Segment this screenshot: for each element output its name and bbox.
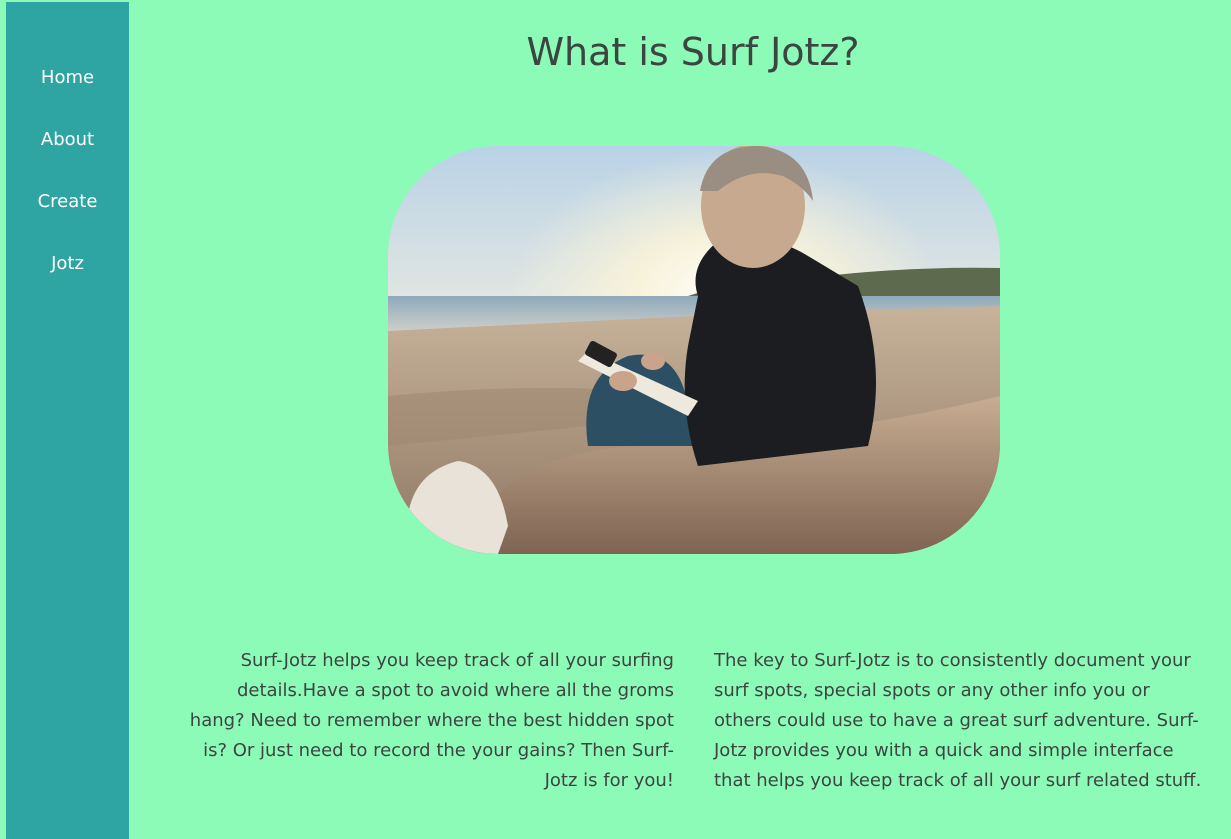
nav-link-about[interactable]: About bbox=[41, 126, 94, 154]
intro-paragraph-left: Surf-Jotz helps you keep track of all yo… bbox=[189, 650, 674, 791]
nav-list: Home About Create Jotz bbox=[6, 64, 129, 312]
intro-paragraph-right: The key to Surf-Jotz is to consistently … bbox=[714, 650, 1202, 791]
hero-image bbox=[388, 146, 1000, 554]
sidebar: Home About Create Jotz bbox=[6, 2, 129, 839]
nav-item-about: About bbox=[6, 126, 129, 188]
nav-item-create: Create bbox=[6, 188, 129, 250]
nav-item-home: Home bbox=[6, 64, 129, 126]
nav-link-create[interactable]: Create bbox=[38, 188, 98, 216]
nav-item-jotz: Jotz bbox=[6, 250, 129, 312]
beach-photo-illustration bbox=[388, 146, 1000, 554]
page-title: What is Surf Jotz? bbox=[526, 30, 860, 74]
nav-link-jotz[interactable]: Jotz bbox=[51, 250, 84, 278]
nav-link-home[interactable]: Home bbox=[41, 64, 94, 92]
page: Home About Create Jotz What is Surf Jotz… bbox=[0, 0, 1231, 839]
